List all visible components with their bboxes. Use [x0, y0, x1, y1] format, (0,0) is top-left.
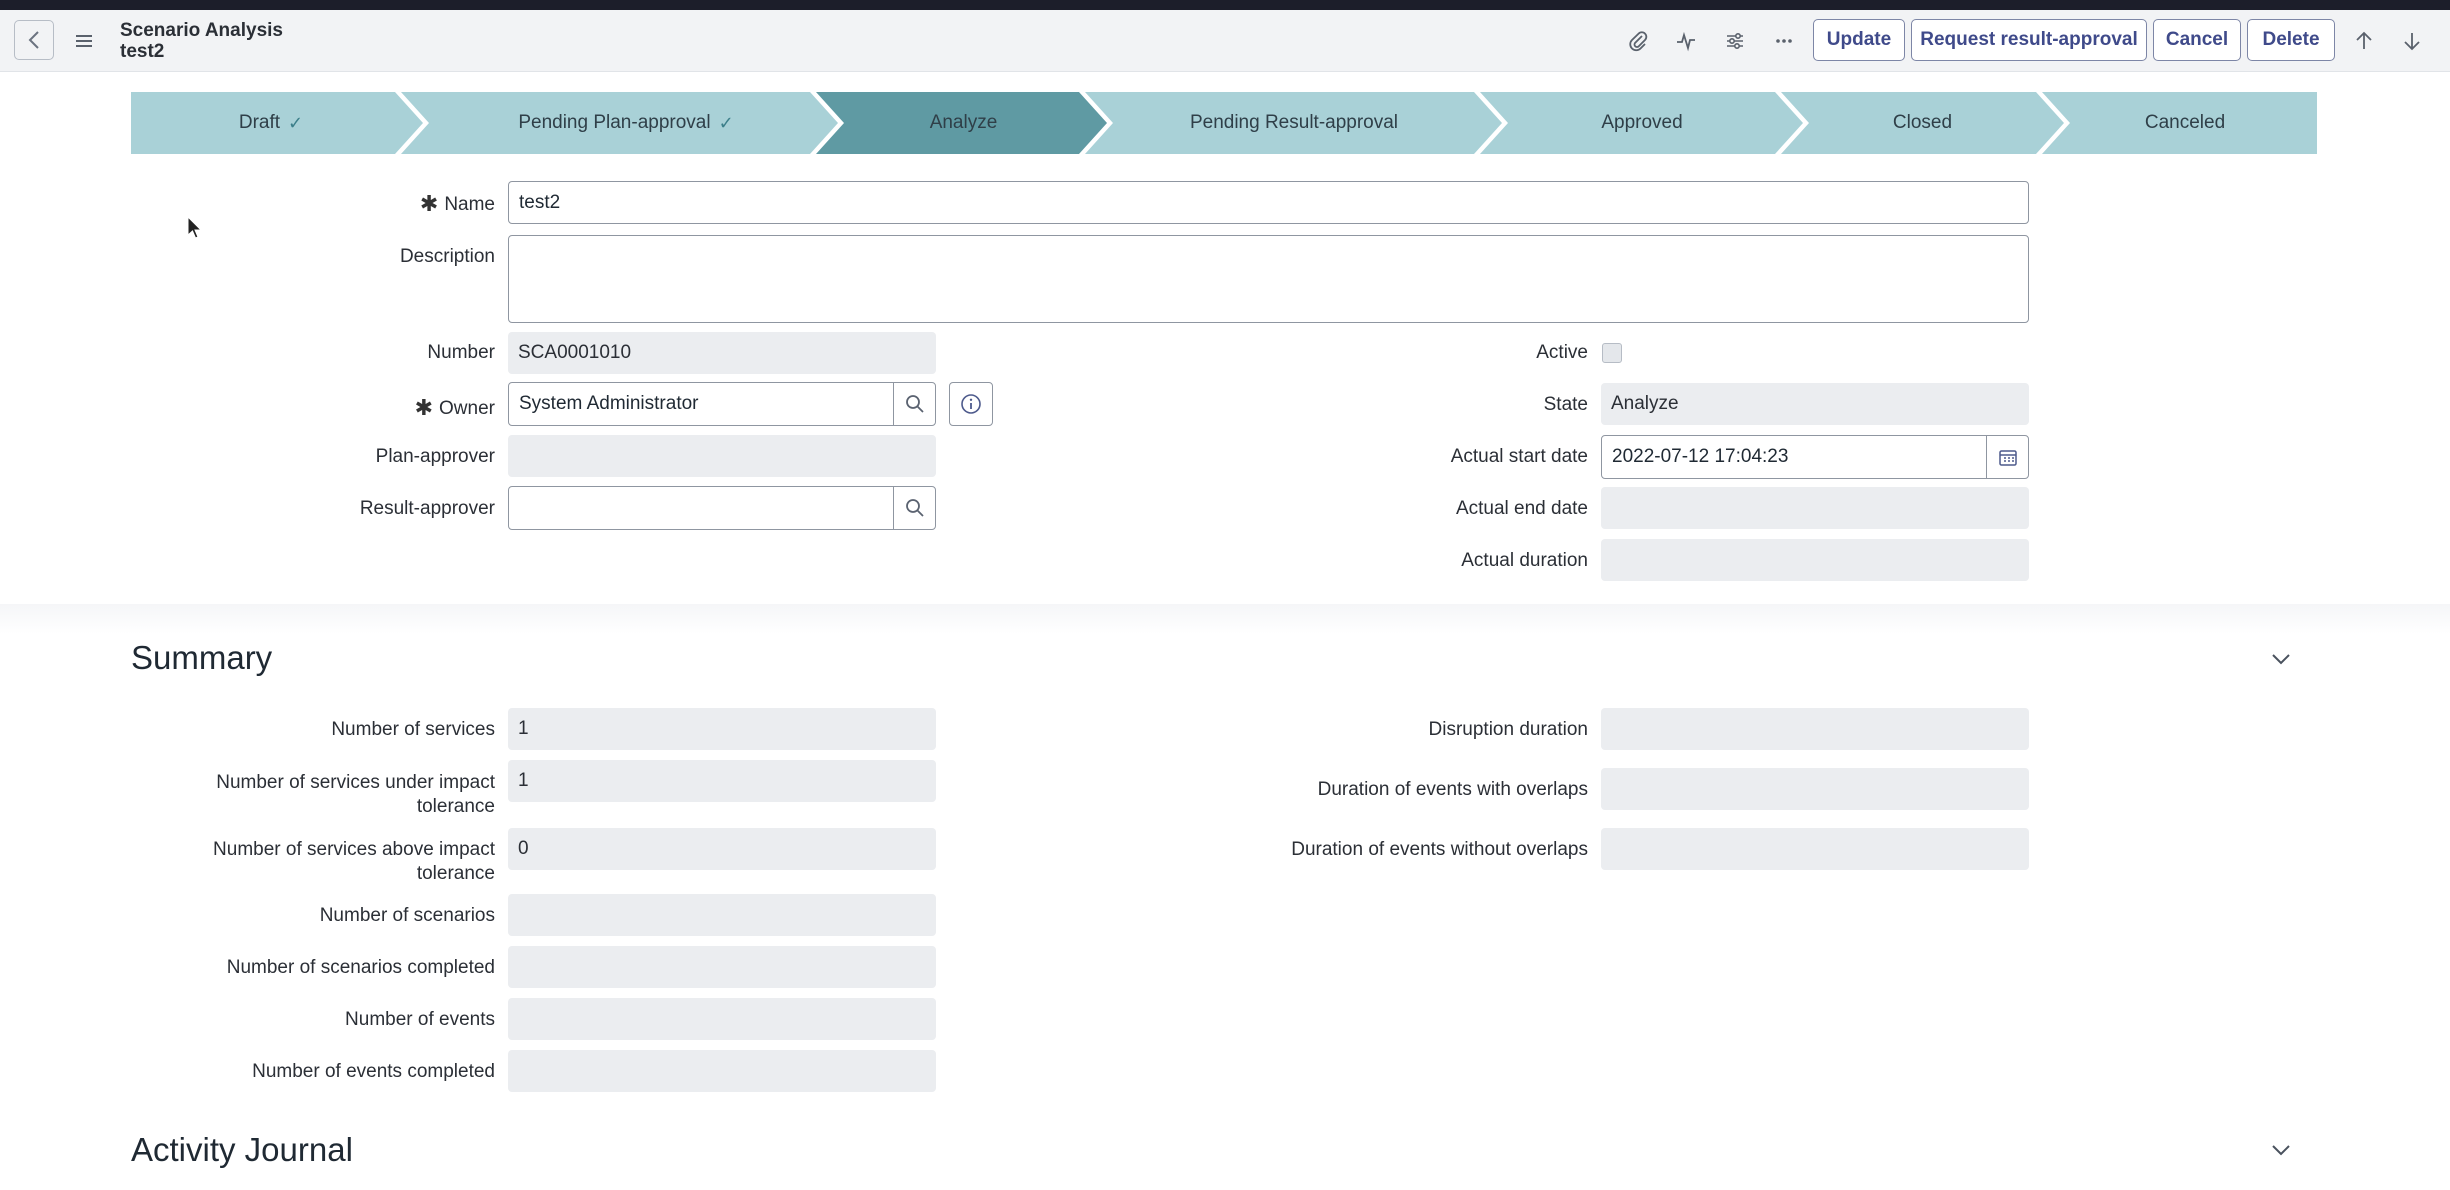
attachment-icon[interactable] [1622, 25, 1654, 57]
duration-with-overlaps-label: Duration of events with overlaps [1317, 779, 1588, 800]
owner-info-button[interactable] [949, 382, 993, 426]
update-button[interactable]: Update [1813, 19, 1905, 61]
duration-without-overlaps-field [1601, 828, 2029, 870]
cancel-button[interactable]: Cancel [2153, 19, 2241, 61]
number-label: Number [427, 342, 495, 363]
name-label: ✱ Name [300, 190, 495, 216]
events-completed-field [508, 1050, 936, 1092]
page-title: Scenario Analysis test2 [120, 20, 283, 62]
scenarios-completed-label: Number of scenarios completed [226, 957, 495, 978]
name-label-text: Name [444, 194, 495, 215]
scenarios-completed-field [508, 946, 936, 988]
services-under-tolerance-label-line1: Number of services under impact [216, 772, 495, 793]
actual-start-date-label: Actual start date [1450, 446, 1588, 467]
check-icon: ✓ [288, 112, 304, 133]
summary-collapse-chevron-down-icon[interactable] [2267, 645, 2295, 673]
check-icon: ✓ [718, 112, 734, 133]
section-separator [0, 604, 2450, 634]
disruption-duration-label: Disruption duration [1428, 719, 1588, 740]
services-under-tolerance-field: 1 [508, 760, 936, 802]
calendar-icon [1998, 450, 2017, 466]
actual-duration-field [1601, 539, 2029, 581]
state-field: Analyze [1601, 383, 2029, 425]
search-icon [905, 395, 924, 413]
plan-approver-field [508, 435, 936, 477]
stage-pending-result-approval-label: Pending Result-approval [1189, 112, 1399, 133]
back-button[interactable] [14, 20, 54, 60]
info-icon [961, 394, 981, 414]
stage-progress-bar: Draft ✓ Pending Plan-approval ✓ Analyze Pe… [131, 92, 2317, 154]
services-above-tolerance-label-line2: tolerance [416, 863, 495, 884]
activity-journal-section-title[interactable]: Activity Journal [131, 1131, 353, 1169]
owner-input[interactable]: System Administrator [508, 382, 895, 426]
stage-approved: Approved [1492, 92, 1792, 154]
events-completed-label: Number of events completed [252, 1061, 495, 1082]
stage-pending-plan-approval: Pending Plan-approval ✓ [421, 92, 831, 154]
stage-approved-label: Approved [1601, 112, 1683, 133]
stage-draft: Draft ✓ [131, 92, 411, 154]
result-approver-lookup-button[interactable] [893, 486, 936, 530]
summary-section-title[interactable]: Summary [131, 639, 272, 677]
disruption-duration-field [1601, 708, 2029, 750]
active-checkbox[interactable] [1602, 343, 1622, 363]
state-label: State [1543, 394, 1588, 415]
os-top-bar [0, 0, 2450, 10]
number-of-events-field [508, 998, 936, 1040]
arrow-down-icon[interactable] [2396, 25, 2428, 57]
stage-closed-label: Closed [1892, 112, 1953, 133]
stage-draft-label: Draft [238, 112, 281, 133]
services-above-tolerance-field: 0 [508, 828, 936, 870]
services-above-tolerance-label: Number of services above impact tolerance [150, 838, 495, 886]
mouse-cursor-icon [187, 216, 203, 239]
result-approver-label: Result-approver [359, 498, 495, 519]
stage-pending-plan-approval-label: Pending Plan-approval [518, 112, 711, 133]
search-icon [905, 499, 924, 517]
plan-approver-label: Plan-approver [375, 446, 495, 467]
settings-sliders-icon[interactable] [1719, 25, 1751, 57]
request-result-approval-button[interactable]: Request result-approval [1911, 19, 2147, 61]
name-input[interactable]: test2 [508, 181, 2029, 224]
number-of-services-label: Number of services [331, 719, 495, 740]
description-textarea[interactable] [508, 235, 2029, 323]
actual-start-date-picker-button[interactable] [1986, 435, 2029, 479]
stage-closed: Closed [1792, 92, 2053, 154]
page-title-main: Scenario Analysis [120, 20, 283, 41]
duration-with-overlaps-field [1601, 768, 2029, 810]
number-of-events-label: Number of events [345, 1009, 495, 1030]
duration-without-overlaps-label: Duration of events without overlaps [1291, 839, 1588, 860]
form-header: Scenario Analysis test2 Update Request r… [0, 10, 2450, 72]
number-of-scenarios-field [508, 894, 936, 936]
menu-icon[interactable] [72, 30, 96, 52]
actual-duration-label: Actual duration [1461, 550, 1588, 571]
activity-journal-collapse-chevron-down-icon[interactable] [2267, 1136, 2295, 1164]
required-icon: ✱ [414, 395, 434, 420]
owner-lookup-button[interactable] [893, 382, 936, 426]
page-title-record: test2 [120, 41, 165, 62]
required-icon: ✱ [419, 191, 439, 216]
services-above-tolerance-label-line1: Number of services above impact [213, 839, 495, 860]
arrow-up-icon[interactable] [2348, 25, 2380, 57]
description-label: Description [399, 246, 495, 267]
actual-end-date-label: Actual end date [1455, 498, 1588, 519]
stage-analyze: Analyze [831, 92, 1096, 154]
activity-pulse-icon[interactable] [1670, 25, 1702, 57]
stage-analyze-label: Analyze [929, 112, 998, 133]
active-label: Active [1536, 342, 1588, 363]
more-options-icon[interactable] [1768, 25, 1800, 57]
stage-canceled: Canceled [2053, 92, 2317, 154]
number-field: SCA0001010 [508, 332, 936, 374]
number-of-scenarios-label: Number of scenarios [319, 905, 495, 926]
stage-pending-result-approval: Pending Result-approval [1096, 92, 1492, 154]
owner-label: ✱ Owner [300, 394, 495, 420]
services-under-tolerance-label: Number of services under impact tolerance [150, 771, 495, 819]
actual-start-date-input[interactable]: 2022-07-12 17:04:23 [1601, 435, 1988, 479]
actual-end-date-field [1601, 487, 2029, 529]
services-under-tolerance-label-line2: tolerance [416, 796, 495, 817]
delete-button[interactable]: Delete [2247, 19, 2335, 61]
stage-canceled-label: Canceled [2144, 112, 2226, 133]
number-of-services-field: 1 [508, 708, 936, 750]
chevron-left-icon [28, 31, 39, 49]
result-approver-input[interactable] [508, 486, 895, 530]
owner-label-text: Owner [439, 398, 495, 419]
